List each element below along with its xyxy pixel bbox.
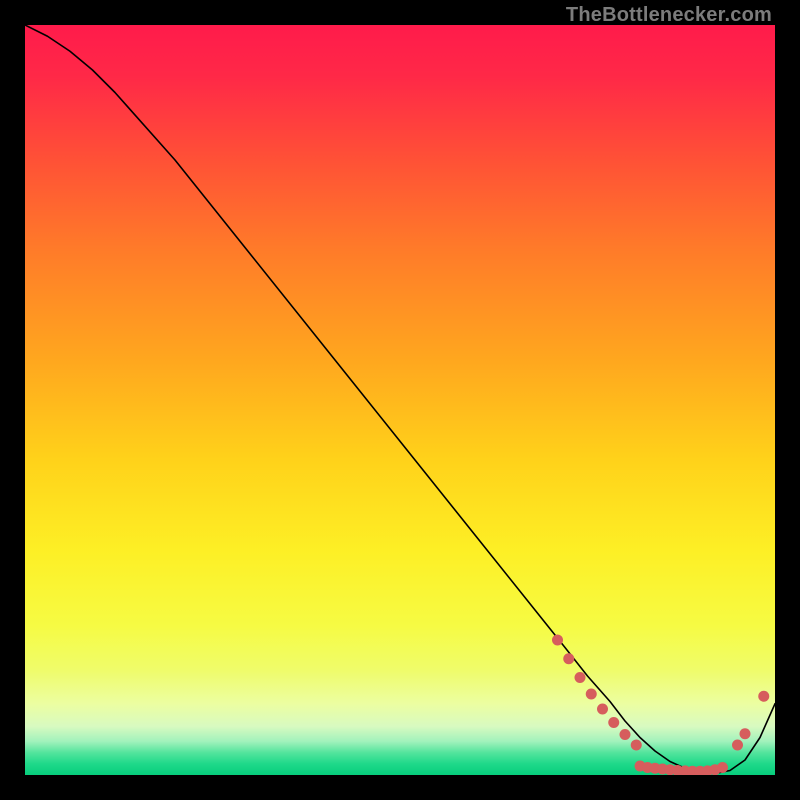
- bottleneck-chart: [25, 25, 775, 775]
- highlight-dot: [620, 729, 631, 740]
- highlight-dot: [631, 740, 642, 751]
- plot-background: [25, 25, 775, 775]
- highlight-dot: [740, 728, 751, 739]
- highlight-dot: [732, 740, 743, 751]
- highlight-dot: [575, 672, 586, 683]
- watermark-label: TheBottlenecker.com: [566, 4, 772, 27]
- highlight-dot: [608, 717, 619, 728]
- highlight-dot: [586, 689, 597, 700]
- chart-frame: TheBottlenecker.com: [0, 0, 800, 800]
- highlight-dot: [552, 635, 563, 646]
- highlight-dot: [563, 653, 574, 664]
- highlight-dot: [758, 691, 769, 702]
- highlight-dot: [717, 762, 728, 773]
- highlight-dot: [597, 704, 608, 715]
